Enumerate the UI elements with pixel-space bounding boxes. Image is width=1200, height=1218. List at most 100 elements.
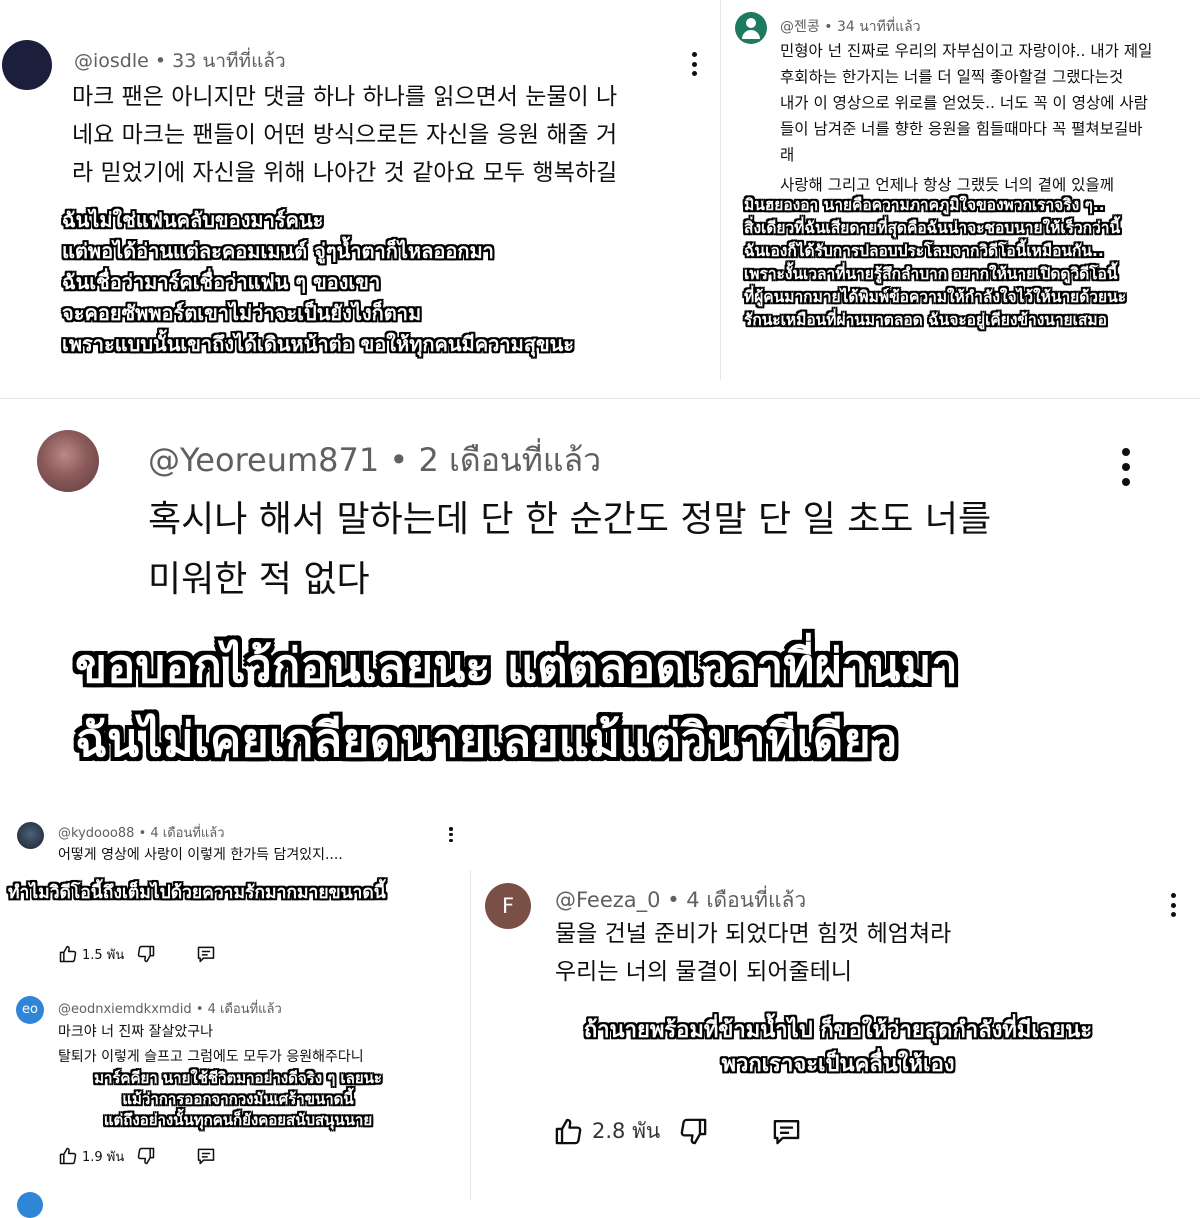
comment-meta: @젠콩 • 34 นาทีที่แล้ว [780,16,921,38]
comment-line: 우리는 너의 물결이 되어줄테니 [555,959,853,985]
comment-handle[interactable]: @kydooo88 [58,826,134,841]
translation-line: แม้ว่าการออกจากวงมันเศร้าขนาดนี้ [122,1090,354,1108]
like-count: 1.5 พัน [82,947,125,963]
avatar[interactable] [17,822,44,849]
comment-body: 민형아 넌 진짜로 우리의 자부심이고 자랑이야.. 내가 제일 후회하는 한가… [780,38,1152,198]
thai-translation: ถ้านายพร้อมที่ข้ามน้ำไป ก็ขอให้ว่ายสุดกำ… [478,1014,1198,1082]
translation-line: เพราะแบบนั้นเขาถึงได้เดินหน้าต่อ ขอให้ทุ… [62,332,575,356]
thumbs-up-icon[interactable] [58,944,78,964]
translation-line: พวกเราจะเป็นคลื่นให้เอง [721,1052,955,1077]
translation-line: มาร์คคียา นายใช้ชีวิตมาอย่างดีจริง ๆ เลย… [94,1069,382,1087]
comment-handle[interactable]: @Feeza_0 [555,888,661,912]
comment-time[interactable]: 33 นาทีที่แล้ว [172,50,285,72]
comment-time[interactable]: 4 เดือนที่แล้ว [150,826,224,841]
avatar[interactable] [37,430,99,492]
thai-translation: ฉันไม่ใช่แฟนคลับของมาร์คนะ แต่พอได้อ่านแ… [62,205,574,360]
reply-comment-icon[interactable] [771,1116,802,1147]
translation-line: แต่พอได้อ่านแต่ละคอมเมนต์ จู่ๆน้ำตาก็ไหล… [62,239,494,263]
comment-time[interactable]: 4 เดือนที่แล้ว [208,1002,282,1017]
comment-handle[interactable]: @eodnxiemdkxmdid [58,1002,192,1017]
panel-divider [470,870,471,1200]
comment-line: 라 믿었기에 자신을 위해 나아간 것 같아요 모두 행복하길 [72,160,618,186]
comment-meta: @Feeza_0 • 4 เดือนที่แล้ว [555,884,806,917]
comment-handle[interactable]: @젠콩 [780,19,820,35]
comment-line: 물을 건널 준비가 되었다면 힘껏 헤엄쳐라 [555,921,952,947]
comment-line: 래 [780,146,795,164]
comment-time[interactable]: 34 นาทีที่แล้ว [837,19,921,35]
comment-line: 들이 남겨준 너를 향한 응원을 힘들때마다 꼭 펼쳐보길바 [780,120,1143,138]
comment-actions: 2.8 พัน [553,1114,802,1148]
person-icon-body [742,30,760,39]
translation-line: ฉันไม่ใช่แฟนคลับของมาร์คนะ [62,208,324,232]
panel-divider [720,0,721,380]
avatar[interactable]: eo [16,996,44,1024]
comment-body: 어떻게 영상에 사랑이 이렇게 한가득 담겨있지.... [58,845,343,865]
thumbs-up-icon[interactable] [553,1116,584,1147]
thumbs-down-icon[interactable] [136,1146,156,1166]
comment-line: 마크 팬은 아니지만 댓글 하나 하나를 읽으면서 눈물이 나 [72,84,618,110]
thai-translation: ขอบอกไว้ก่อนเลยนะ แต่ตลอดเวลาที่ผ่านมา ฉ… [75,630,958,778]
avatar[interactable] [735,12,767,44]
comment-line: 내가 이 영상으로 위로를 얻었듯.. 너도 꼭 이 영상에 사람 [780,94,1148,112]
translation-line: ฉันไม่เคยเกลียดนายเลยแม้แต่วินาทีเดียว [75,713,898,768]
thumbs-down-icon[interactable] [678,1116,709,1147]
kebab-menu-icon[interactable] [1118,448,1134,486]
comment-line: 네요 마크는 팬들이 어떤 방식으로든 자신을 응원 해줄 거 [72,122,618,148]
translation-line: แต่ถึงอย่างนั้นทุกคนก็ยังคอยสนับสนุนนาย [103,1111,373,1129]
thai-translation: มาร์คคียา นายใช้ชีวิตมาอย่างดีจริง ๆ เลย… [48,1068,428,1131]
kebab-menu-icon[interactable] [447,827,455,842]
comment-body: 마크 팬은 아니지만 댓글 하나 하나를 읽으면서 눈물이 나 네요 마크는 팬… [72,78,617,192]
avatar[interactable]: F [485,883,531,929]
translation-line: ทำไมวิดีโอนี้ถึงเต็มไปด้วยความรักมากมายข… [8,883,386,903]
comment-line: 후회하는 한가지는 너를 더 일찍 좋아할걸 그랬다는것 [780,68,1124,86]
thumbs-up-icon[interactable] [58,1146,78,1166]
translation-line: รักนะเหมือนที่ผ่านมาตลอด ฉันจะอยู่เคียงข… [744,311,1107,329]
translation-line: ฉันเองก็ได้รับการปลอบประโลมจากวิดีโอนี้เ… [744,242,1104,260]
translation-line: เพราะงั้นเวลาที่นายรู้สึกลำบาก อยากให้นา… [744,265,1118,283]
comment-line: 혹시나 해서 말하는데 단 한 순간도 정말 단 일 초도 너를 [148,499,992,540]
thai-translation: ทำไมวิดีโอนี้ถึงเต็มไปด้วยความรักมากมายข… [8,880,386,906]
thumbs-down-icon[interactable] [136,944,156,964]
comment-meta: @iosdle • 33 นาทีที่แล้ว [74,46,286,76]
like-count: 1.9 พัน [82,1149,125,1165]
meta-separator: • [154,50,173,72]
comment-body: 물을 건널 준비가 되었다면 힘껏 헤엄쳐라 우리는 너의 물결이 되어줄테니 [555,915,951,991]
reply-comment-icon[interactable] [196,1146,216,1166]
comment-actions: 1.5 พัน [58,942,216,966]
reply-comment-icon[interactable] [196,944,216,964]
avatar[interactable] [2,40,52,90]
avatar-initials: F [501,894,515,918]
comment-body: 혹시나 해서 말하는데 단 한 순간도 정말 단 일 초도 너를 미워한 적 없… [148,490,991,610]
meta-separator: • [824,19,837,35]
comment-meta: @eodnxiemdkxmdid • 4 เดือนที่แล้ว [58,998,282,1019]
meta-separator: • [667,888,687,912]
avatar-initials: eo [22,1002,38,1017]
comment-handle[interactable]: @iosdle [74,50,149,72]
comment-handle[interactable]: @Yeoreum871 [148,441,379,479]
kebab-menu-icon[interactable] [1167,893,1179,917]
meta-separator: • [389,441,419,479]
comment-time[interactable]: 4 เดือนที่แล้ว [686,888,806,912]
translation-line: ฉันเชื่อว่ามาร์คเชื่อว่าแฟน ๆ ของเขา [62,270,381,294]
meta-separator: • [138,826,151,841]
comment-actions: 1.9 พัน [58,1144,216,1168]
comment-meta: @kydooo88 • 4 เดือนที่แล้ว [58,822,225,843]
like-count: 2.8 พัน [592,1118,661,1143]
translation-line: จะคอยซัพพอร์ตเขาไม่ว่าจะเป็นยังไงก็ตาม [62,301,422,325]
meta-separator: • [195,1002,208,1017]
translation-line: ขอบอกไว้ก่อนเลยนะ แต่ตลอดเวลาที่ผ่านมา [75,639,958,694]
comment-line: 민형아 넌 진짜로 우리의 자부심이고 자랑이야.. 내가 제일 [780,42,1153,60]
thai-translation: มินฮยองอา นายคือความภาคภูมิใจของพวกเราจร… [744,194,1126,332]
comment-time[interactable]: 2 เดือนที่แล้ว [418,441,601,479]
avatar[interactable] [17,1192,43,1218]
comment-body: 마크야 너 진짜 잘살았구나 탈퇴가 이렇게 슬프고 그럼에도 모두가 응원해주… [58,1020,364,1070]
translation-line: สิ่งเดียวที่ฉันเสียดายที่สุดคือฉันน่าจะช… [744,219,1121,237]
comment-line: 미워한 적 없다 [148,559,370,600]
kebab-menu-icon[interactable] [688,52,700,76]
comment-meta: @Yeoreum871 • 2 เดือนที่แล้ว [148,435,601,486]
person-icon [746,18,756,28]
panel-divider [0,398,1200,399]
translation-line: มินฮยองอา นายคือความภาคภูมิใจของพวกเราจร… [744,196,1105,214]
translation-line: ถ้านายพร้อมที่ข้ามน้ำไป ก็ขอให้ว่ายสุดกำ… [583,1018,1093,1043]
translation-line: ที่ผู้คนมากมายได้พิมพ์ข้อความให้กำลังใจไ… [744,288,1127,306]
